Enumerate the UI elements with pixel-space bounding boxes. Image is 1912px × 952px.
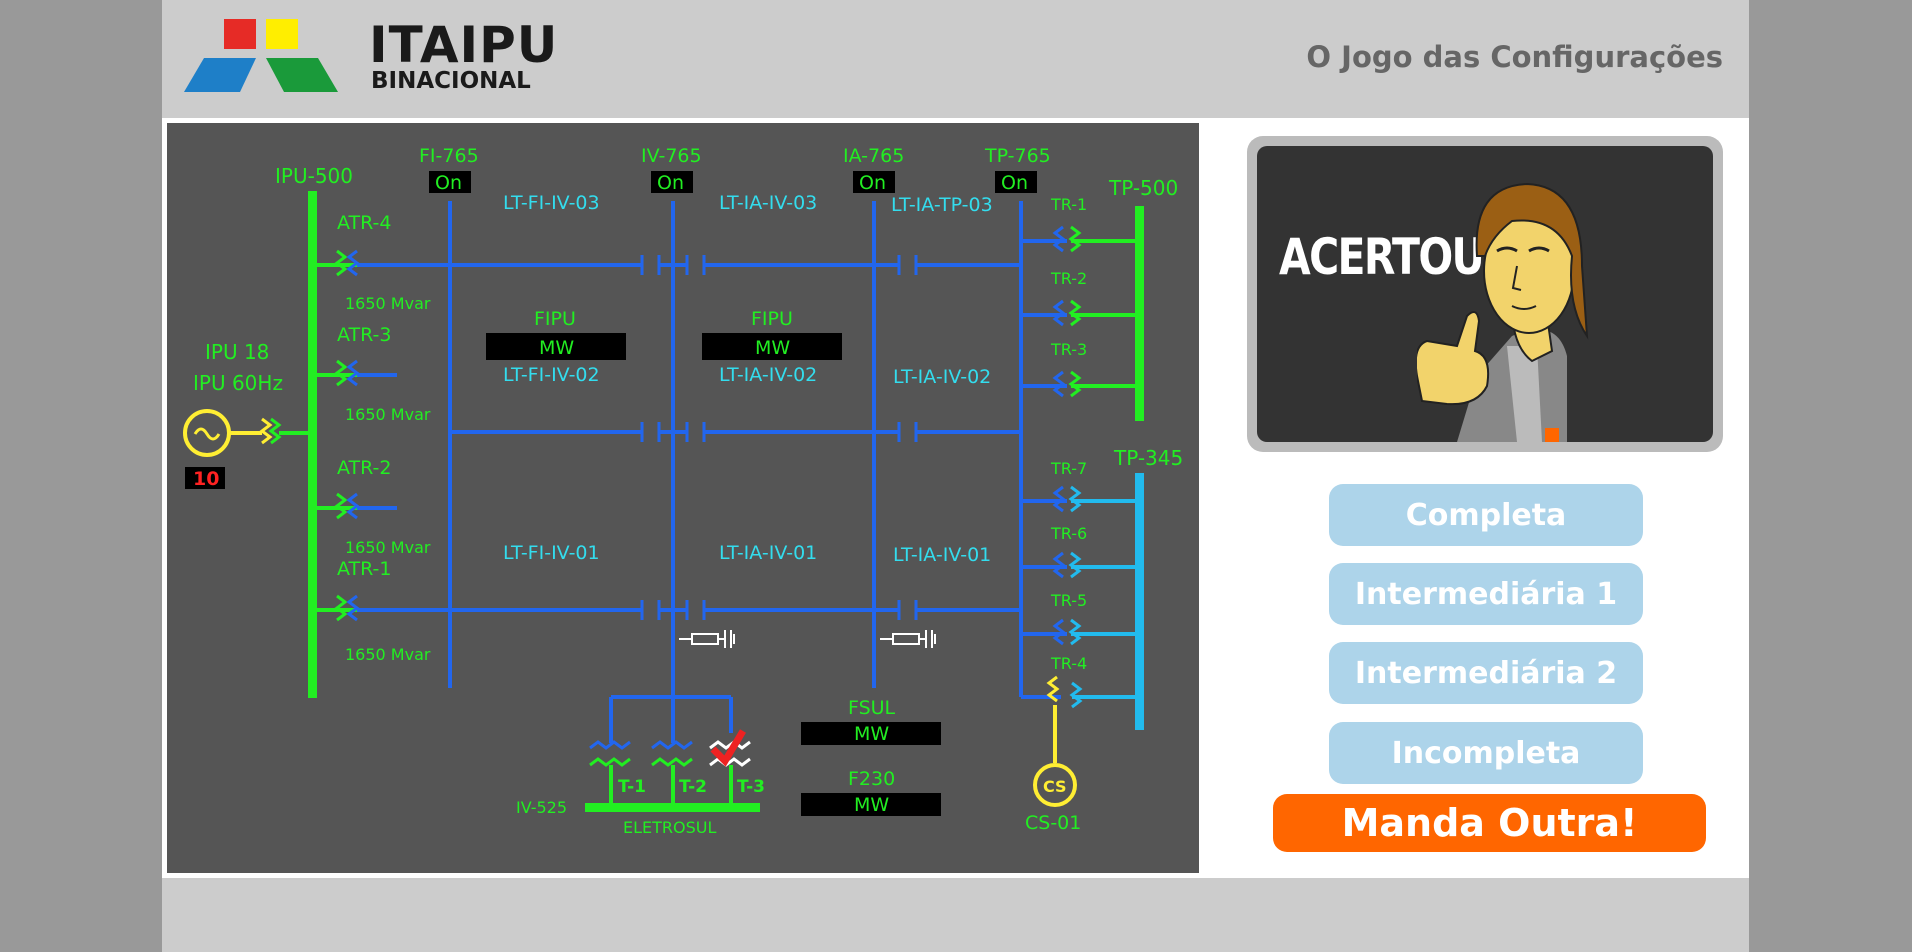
transformer-tr6-label: TR-6 xyxy=(1050,524,1087,543)
switch-tp765-label: TP-765 xyxy=(984,145,1051,167)
meter-fsul-unit: MW xyxy=(854,723,889,745)
app-frame: ITAIPU BINACIONAL O Jogo das Configuraçõ… xyxy=(162,0,1749,952)
generator-label-2: IPU 60Hz xyxy=(193,371,283,395)
bus-tp345[interactable] xyxy=(1135,473,1144,730)
header: ITAIPU BINACIONAL O Jogo das Configuraçõ… xyxy=(162,0,1749,118)
transformer-tr6[interactable]: TR-6 xyxy=(1021,524,1139,579)
line-lt-fi-iv-01[interactable]: LT-FI-IV-01 xyxy=(503,542,600,564)
switch-ia765-state[interactable]: On xyxy=(859,172,886,194)
line-lt-ia-iv-02-b[interactable]: LT-IA-IV-02 xyxy=(893,366,991,388)
atr-2[interactable]: ATR-2 1650 Mvar xyxy=(317,457,431,557)
switch-iv765-state[interactable]: On xyxy=(657,172,684,194)
transformer-t2-label: T-2 xyxy=(679,777,707,797)
line-lt-ia-iv-01-a[interactable]: LT-IA-IV-01 xyxy=(719,542,817,564)
line-lt-fi-iv-03[interactable]: LT-FI-IV-03 xyxy=(503,192,600,214)
meter-f230-unit: MW xyxy=(854,794,889,816)
transformer-t3[interactable]: T-3 xyxy=(709,729,765,809)
transformer-tr2[interactable]: TR-2 xyxy=(1021,269,1139,327)
line-lt-ia-iv-01-b[interactable]: LT-IA-IV-01 xyxy=(893,544,991,566)
atr-4[interactable]: ATR-4 1650 Mvar xyxy=(317,212,431,313)
result-panel: ACERTOU !!! xyxy=(1247,136,1723,452)
bus-eletrosul-label: ELETROSUL xyxy=(623,818,716,837)
transformer-tr4-label: TR-4 xyxy=(1050,654,1087,673)
transformer-tr4[interactable]: TR-4 xyxy=(1021,654,1139,763)
series-capacitor-1[interactable] xyxy=(679,630,735,648)
generator-value: 10 xyxy=(193,468,219,490)
switch-iv765-label: IV-765 xyxy=(641,145,702,167)
switch-tp765-state[interactable]: On xyxy=(1001,172,1028,194)
logo-title: ITAIPU xyxy=(369,16,559,74)
transformer-tr1-label: TR-1 xyxy=(1050,195,1087,214)
bus-tp500-label: TP-500 xyxy=(1108,176,1178,200)
line-lt-fi-iv-02[interactable]: LT-FI-IV-02 xyxy=(503,364,600,386)
bus-iv525[interactable] xyxy=(585,803,760,812)
transformer-t1[interactable]: T-1 xyxy=(589,740,646,809)
atr-2-mvar: 1650 Mvar xyxy=(345,538,431,557)
atr-3-mvar: 1650 Mvar xyxy=(345,405,431,424)
logo-subtitle: BINACIONAL xyxy=(371,68,531,94)
meter-fipu-1-label: FIPU xyxy=(534,308,576,330)
bus-ipu500-label: IPU-500 xyxy=(275,164,353,188)
completa-button[interactable]: Completa xyxy=(1329,484,1643,546)
itaipu-logo: ITAIPU BINACIONAL xyxy=(184,16,557,96)
main-content: IPU-500 IPU 18 IPU 60Hz 10 ATR-4 1650 Mv… xyxy=(162,118,1749,878)
transformer-tr5[interactable]: TR-5 xyxy=(1021,591,1139,646)
logo-mark-icon xyxy=(184,19,338,92)
transformer-tr1[interactable]: TR-1 xyxy=(1021,195,1139,253)
transformer-tr7-label: TR-7 xyxy=(1050,459,1087,478)
switch-fi765-state[interactable]: On xyxy=(435,172,462,194)
bus-ipu500[interactable] xyxy=(308,191,317,698)
meter-fipu-2-unit: MW xyxy=(755,337,790,359)
atr-3[interactable]: ATR-3 1650 Mvar xyxy=(317,324,431,424)
generator-label-1: IPU 18 xyxy=(205,340,269,364)
single-line-diagram: IPU-500 IPU 18 IPU 60Hz 10 ATR-4 1650 Mv… xyxy=(167,123,1199,873)
atr-1-mvar: 1650 Mvar xyxy=(345,645,431,664)
transformer-tr3-label: TR-3 xyxy=(1050,340,1087,359)
line-lt-ia-iv-02-a[interactable]: LT-IA-IV-02 xyxy=(719,364,817,386)
transformer-t1-label: T-1 xyxy=(618,777,646,797)
meter-f230-label: F230 xyxy=(848,768,895,790)
line-lt-ia-tp-03[interactable]: LT-IA-TP-03 xyxy=(891,194,993,216)
switch-fi765-label: FI-765 xyxy=(419,145,479,167)
meter-fipu-2-label: FIPU xyxy=(751,308,793,330)
transformer-t2[interactable]: T-2 xyxy=(651,740,707,809)
incompleta-button[interactable]: Incompleta xyxy=(1329,722,1643,784)
series-capacitor-2[interactable] xyxy=(880,630,936,648)
meter-fsul-label: FSUL xyxy=(848,697,896,719)
intermediaria-2-button[interactable]: Intermediária 2 xyxy=(1329,642,1643,704)
atr-2-label: ATR-2 xyxy=(337,457,392,479)
bus-iv525-label: IV-525 xyxy=(516,798,567,817)
transformer-tr3[interactable]: TR-3 xyxy=(1021,340,1139,398)
transformer-tr2-label: TR-2 xyxy=(1050,269,1087,288)
atr-3-label: ATR-3 xyxy=(337,324,392,346)
intermediaria-1-button[interactable]: Intermediária 1 xyxy=(1329,563,1643,625)
compensator-cs-name: CS-01 xyxy=(1025,812,1081,834)
line-lt-ia-iv-03[interactable]: LT-IA-IV-03 xyxy=(719,192,817,214)
compensator-cs-symbol: CS xyxy=(1043,777,1067,796)
switch-ia765-label: IA-765 xyxy=(843,145,904,167)
game-title: O Jogo das Configurações xyxy=(1306,40,1723,74)
atr-4-label: ATR-4 xyxy=(337,212,392,234)
manda-outra-button[interactable]: Manda Outra! xyxy=(1273,794,1706,852)
meter-fipu-1-unit: MW xyxy=(539,337,574,359)
transformer-tr5-label: TR-5 xyxy=(1050,591,1087,610)
thumbs-up-character-icon xyxy=(1417,182,1589,442)
atr-1-label: ATR-1 xyxy=(337,558,392,580)
bus-tp345-label: TP-345 xyxy=(1113,446,1183,470)
atr-4-mvar: 1650 Mvar xyxy=(345,294,431,313)
result-panel-screen: ACERTOU !!! xyxy=(1257,146,1713,442)
footer xyxy=(162,878,1749,952)
transformer-t3-label: T-3 xyxy=(737,777,765,797)
